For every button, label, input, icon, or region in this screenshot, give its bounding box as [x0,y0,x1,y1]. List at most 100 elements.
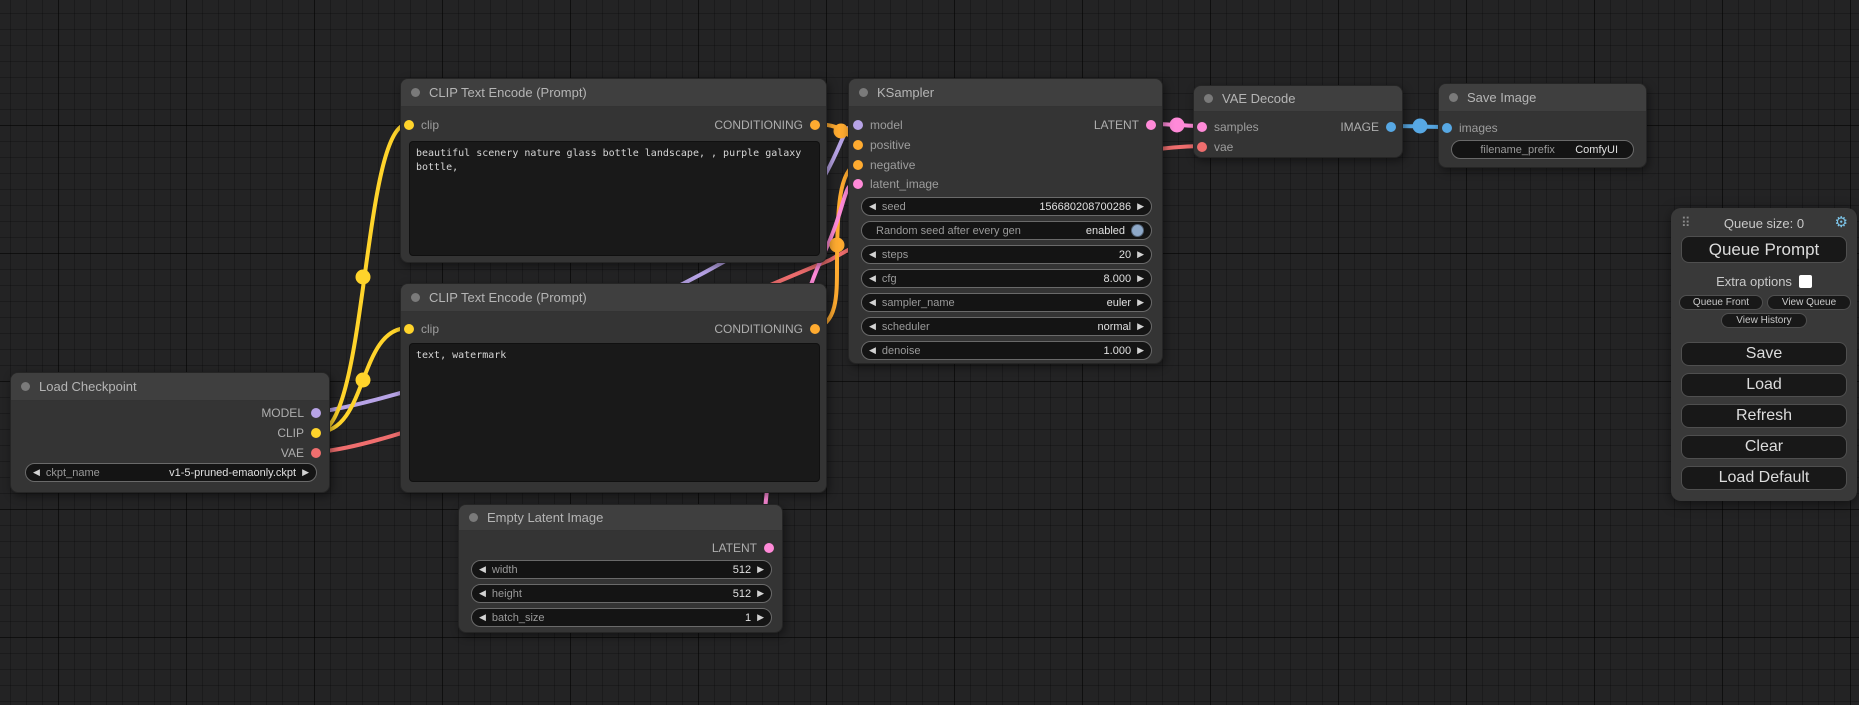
prompt-textarea[interactable]: beautiful scenery nature glass bottle la… [409,141,820,256]
widget-ckpt-name[interactable]: ◀ ckpt_name v1-5-pruned-emaonly.ckpt ▶ [25,463,317,482]
widget-denoise[interactable]: ◀ denoise 1.000 ▶ [861,341,1152,360]
increment-arrow-icon[interactable]: ▶ [757,565,764,574]
port-dot[interactable] [311,408,321,418]
collapse-dot-icon[interactable] [411,88,420,97]
load-default-button[interactable]: Load Default [1681,466,1847,490]
output-port-conditioning[interactable]: CONDITIONING [714,115,820,135]
port-dot[interactable] [853,140,863,150]
output-port-clip[interactable]: CLIP [277,423,321,443]
output-port-model[interactable]: MODEL [261,403,321,423]
widget-seed[interactable]: ◀ seed 156680208700286 ▶ [861,197,1152,216]
decrement-arrow-icon[interactable]: ◀ [33,468,40,477]
collapse-dot-icon[interactable] [411,293,420,302]
output-port-image[interactable]: IMAGE [1340,117,1396,137]
increment-arrow-icon[interactable]: ▶ [757,589,764,598]
decrement-arrow-icon[interactable]: ◀ [869,274,876,283]
node-titlebar[interactable]: CLIP Text Encode (Prompt) [401,284,826,312]
increment-arrow-icon[interactable]: ▶ [1137,322,1144,331]
widget-height[interactable]: ◀ height 512 ▶ [471,584,772,603]
node-vae-decode[interactable]: VAE Decode samples vae IMAGE [1193,85,1403,158]
port-dot[interactable] [1442,123,1452,133]
input-port-vae[interactable]: vae [1197,137,1233,157]
input-port-clip[interactable]: clip [404,319,439,339]
load-button[interactable]: Load [1681,373,1847,397]
port-dot[interactable] [1197,122,1207,132]
node-titlebar[interactable]: Load Checkpoint [11,373,329,401]
output-port-latent[interactable]: LATENT [1094,115,1156,135]
port-dot[interactable] [1146,120,1156,130]
node-titlebar[interactable]: VAE Decode [1194,86,1402,112]
port-dot[interactable] [311,428,321,438]
port-dot[interactable] [404,324,414,334]
queue-front-button[interactable]: Queue Front [1679,295,1763,310]
collapse-dot-icon[interactable] [21,382,30,391]
clear-button[interactable]: Clear [1681,435,1847,459]
port-dot[interactable] [311,448,321,458]
increment-arrow-icon[interactable]: ▶ [757,613,764,622]
widget-random-seed-toggle[interactable]: Random seed after every gen enabled [861,221,1152,240]
queue-prompt-button[interactable]: Queue Prompt [1681,236,1847,263]
save-button[interactable]: Save [1681,342,1847,366]
port-dot[interactable] [853,160,863,170]
refresh-button[interactable]: Refresh [1681,404,1847,428]
input-port-clip[interactable]: clip [404,115,439,135]
port-dot[interactable] [764,543,774,553]
widget-batch-size[interactable]: ◀ batch_size 1 ▶ [471,608,772,627]
port-dot[interactable] [1386,122,1396,132]
increment-arrow-icon[interactable]: ▶ [1137,202,1144,211]
view-history-button[interactable]: View History [1721,313,1807,328]
input-port-latent-image[interactable]: latent_image [853,174,939,194]
toggle-on-icon[interactable] [1131,224,1144,237]
comfyui-canvas[interactable]: { "colors": { "model": "#b7a3e6", "clip"… [0,0,1859,705]
increment-arrow-icon[interactable]: ▶ [1137,250,1144,259]
port-dot[interactable] [810,120,820,130]
widget-steps[interactable]: ◀ steps 20 ▶ [861,245,1152,264]
output-port-conditioning[interactable]: CONDITIONING [714,319,820,339]
widget-scheduler[interactable]: ◀ scheduler normal ▶ [861,317,1152,336]
widget-filename-prefix[interactable]: filename_prefix ComfyUI [1451,140,1634,159]
node-clip-text-encode-negative[interactable]: CLIP Text Encode (Prompt) clip CONDITION… [400,283,827,493]
settings-gear-icon[interactable]: ⚙ [1835,214,1848,232]
widget-cfg[interactable]: ◀ cfg 8.000 ▶ [861,269,1152,288]
collapse-dot-icon[interactable] [1449,93,1458,102]
decrement-arrow-icon[interactable]: ◀ [869,346,876,355]
port-dot[interactable] [810,324,820,334]
port-dot[interactable] [853,179,863,189]
decrement-arrow-icon[interactable]: ◀ [869,322,876,331]
node-clip-text-encode-positive[interactable]: CLIP Text Encode (Prompt) clip CONDITION… [400,78,827,263]
input-port-model[interactable]: model [853,115,903,135]
node-empty-latent-image[interactable]: Empty Latent Image LATENT ◀ width 512 ▶ … [458,504,783,633]
prompt-textarea[interactable]: text, watermark [409,343,820,482]
output-port-latent[interactable]: LATENT [712,538,774,558]
node-titlebar[interactable]: KSampler [849,79,1162,107]
node-load-checkpoint[interactable]: Load Checkpoint MODEL CLIP VAE ◀ ckpt_na… [10,372,330,493]
node-titlebar[interactable]: Save Image [1439,84,1646,112]
view-queue-button[interactable]: View Queue [1767,295,1851,310]
input-port-images[interactable]: images [1442,118,1498,138]
input-port-negative[interactable]: negative [853,155,915,175]
decrement-arrow-icon[interactable]: ◀ [869,202,876,211]
increment-arrow-icon[interactable]: ▶ [1137,298,1144,307]
collapse-dot-icon[interactable] [1204,94,1213,103]
increment-arrow-icon[interactable]: ▶ [302,468,309,477]
output-port-vae[interactable]: VAE [281,443,321,463]
widget-sampler-name[interactable]: ◀ sampler_name euler ▶ [861,293,1152,312]
increment-arrow-icon[interactable]: ▶ [1137,346,1144,355]
decrement-arrow-icon[interactable]: ◀ [479,565,486,574]
port-dot[interactable] [1197,142,1207,152]
decrement-arrow-icon[interactable]: ◀ [479,613,486,622]
node-titlebar[interactable]: Empty Latent Image [459,505,782,531]
increment-arrow-icon[interactable]: ▶ [1137,274,1144,283]
collapse-dot-icon[interactable] [859,88,868,97]
decrement-arrow-icon[interactable]: ◀ [479,589,486,598]
node-save-image[interactable]: Save Image images filename_prefix ComfyU… [1438,83,1647,168]
input-port-positive[interactable]: positive [853,135,911,155]
decrement-arrow-icon[interactable]: ◀ [869,298,876,307]
widget-width[interactable]: ◀ width 512 ▶ [471,560,772,579]
collapse-dot-icon[interactable] [469,513,478,522]
port-dot[interactable] [853,120,863,130]
node-titlebar[interactable]: CLIP Text Encode (Prompt) [401,79,826,107]
decrement-arrow-icon[interactable]: ◀ [869,250,876,259]
extra-options-checkbox[interactable] [1799,275,1812,288]
input-port-samples[interactable]: samples [1197,117,1259,137]
